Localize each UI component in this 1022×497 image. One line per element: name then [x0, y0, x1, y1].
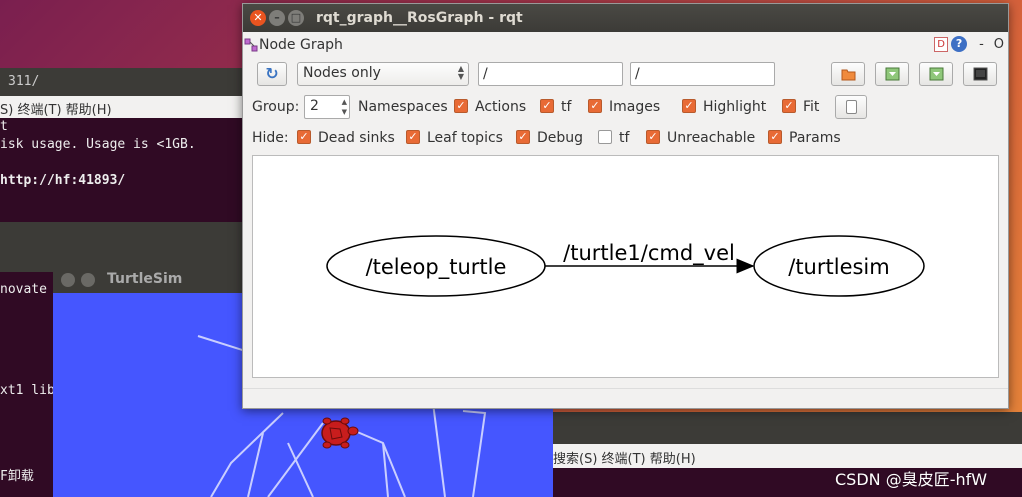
debug-checkbox[interactable]: ✓ — [516, 130, 530, 144]
group-value: 2 — [310, 98, 319, 114]
spin-arrows-icon[interactable]: ▲ ▼ — [342, 97, 347, 117]
unreachable-label: Unreachable — [667, 130, 756, 146]
status-bar — [243, 388, 1008, 408]
graph-mode-value: Nodes only — [303, 65, 381, 81]
dead-sinks-checkbox[interactable]: ✓ — [297, 130, 311, 144]
hide-options-row: Hide: ✓ Dead sinks ✓ Leaf topics ✓ Debug… — [243, 125, 1008, 151]
actions-checkbox[interactable]: ✓ — [540, 99, 554, 113]
terminal-line: novate — [0, 282, 47, 297]
turtlesim-minimize-button[interactable] — [81, 273, 95, 287]
graph-node-label: /teleop_turtle — [366, 255, 507, 280]
namespaces-checkbox[interactable]: ✓ — [454, 99, 468, 113]
params-label: Params — [789, 130, 841, 146]
rqt-titlebar[interactable]: ✕ – □ rqt_graph__RosGraph - rqt — [243, 4, 1008, 32]
terminal-titlebar[interactable]: 311/ — [0, 68, 245, 96]
rqt-window: ✕ – □ rqt_graph__RosGraph - rqt Node Gra… — [242, 3, 1009, 409]
graph-canvas[interactable]: /teleop_turtle /turtlesim /turtle1/cmd_v… — [252, 155, 999, 378]
back-terminal-menu-text[interactable]: 搜索(S) 终端(T) 帮助(H) — [553, 452, 696, 467]
maximize-button[interactable]: □ — [288, 10, 304, 26]
terminal-line: xt1 lib — [0, 383, 55, 398]
folder-icon — [841, 69, 856, 81]
dock-icon[interactable]: D — [934, 36, 949, 52]
save-svg-button[interactable] — [919, 62, 953, 86]
topic-filter-input[interactable] — [630, 62, 775, 86]
node-graph-icon — [244, 38, 258, 52]
refresh-icon: ↻ — [265, 64, 279, 83]
fit-in-view-button[interactable] — [835, 95, 867, 119]
save-dot-button[interactable] — [875, 62, 909, 86]
highlight-checkbox[interactable]: ✓ — [682, 99, 696, 113]
leaf-topics-checkbox[interactable]: ✓ — [406, 130, 420, 144]
graph-mode-select[interactable]: Nodes only ▲ ▼ — [297, 62, 469, 86]
load-dot-button[interactable] — [831, 62, 865, 86]
minimize-button[interactable]: – — [269, 10, 285, 26]
fit-checkbox[interactable]: ✓ — [782, 99, 796, 113]
group-label: Group: — [252, 99, 300, 115]
debug-label: Debug — [537, 130, 584, 146]
background-terminal-lower: novate xt1 lib F卸载 — [0, 272, 55, 497]
namespace-filter-input[interactable] — [478, 62, 623, 86]
back-terminal-titlebar[interactable] — [553, 412, 1022, 444]
terminal-path: 311/ — [8, 74, 40, 89]
turtlesim-close-button[interactable] — [61, 273, 75, 287]
leaf-topics-label: Leaf topics — [427, 130, 503, 146]
terminal-line: t — [0, 119, 8, 134]
hide-tf-label: tf — [619, 130, 630, 146]
graph-toolbar: ↻ Nodes only ▲ ▼ — [243, 60, 1008, 90]
params-checkbox[interactable]: ✓ — [768, 130, 782, 144]
fit-view-icon — [846, 100, 857, 114]
images-checkbox[interactable]: ✓ — [588, 99, 602, 113]
graph-edge-label: /turtle1/cmd_vel — [563, 241, 735, 266]
plugin-header: Node Graph D ? - O — [243, 32, 1008, 58]
turtle-icon — [321, 417, 359, 449]
terminal-line: http://hf:41893/ — [0, 173, 126, 188]
ros-graph[interactable]: /teleop_turtle /turtlesim /turtle1/cmd_v… — [253, 156, 998, 377]
terminal-menu-text[interactable]: S) 终端(T) 帮助(H) — [0, 103, 112, 118]
help-icon[interactable]: ? — [951, 36, 968, 52]
save-image-button[interactable] — [963, 62, 997, 86]
turtlesim-title: TurtleSim — [107, 271, 183, 287]
hide-label: Hide: — [252, 130, 289, 146]
tf-label: tf — [561, 99, 572, 115]
dead-sinks-label: Dead sinks — [318, 130, 395, 146]
refresh-button[interactable]: ↻ — [257, 62, 287, 86]
save-svg-icon — [929, 67, 944, 81]
group-spinbox[interactable]: 2 ▲ ▼ — [304, 95, 350, 119]
back-terminal-menubar[interactable]: 搜索(S) 终端(T) 帮助(H) — [553, 444, 1022, 468]
fit-label: Fit — [803, 99, 820, 115]
close-button[interactable]: ✕ — [250, 10, 266, 26]
terminal-line: isk usage. Usage is <1GB. — [0, 137, 196, 152]
unreachable-checkbox[interactable]: ✓ — [646, 130, 660, 144]
save-dot-icon — [885, 67, 900, 81]
terminal-titlebar-lower[interactable] — [0, 222, 245, 272]
background-terminal: 311/ S) 终端(T) 帮助(H) t isk usage. Usage i… — [0, 68, 245, 223]
window-title: rqt_graph__RosGraph - rqt — [316, 10, 523, 26]
hide-tf-checkbox[interactable] — [598, 130, 612, 144]
terminal-line: F卸载 — [0, 469, 34, 484]
namespaces-label: Namespaces — [358, 99, 448, 115]
close-plugin-button[interactable]: O — [994, 37, 1004, 52]
plugin-title: Node Graph — [259, 37, 343, 53]
group-options-row: Group: 2 ▲ ▼ Namespaces ✓ Actions ✓ tf ✓ … — [243, 94, 1008, 120]
watermark: CSDN @臭皮匠-hfW — [835, 470, 988, 489]
images-label: Images — [609, 99, 661, 115]
actions-label: Actions — [475, 99, 527, 115]
minimize-plugin-button[interactable]: - — [979, 37, 984, 52]
select-arrows-icon: ▲ ▼ — [457, 64, 464, 81]
terminal-menubar[interactable]: S) 终端(T) 帮助(H) — [0, 96, 245, 118]
image-icon — [973, 67, 988, 81]
graph-node-label: /turtlesim — [788, 255, 889, 279]
highlight-label: Highlight — [703, 99, 767, 115]
